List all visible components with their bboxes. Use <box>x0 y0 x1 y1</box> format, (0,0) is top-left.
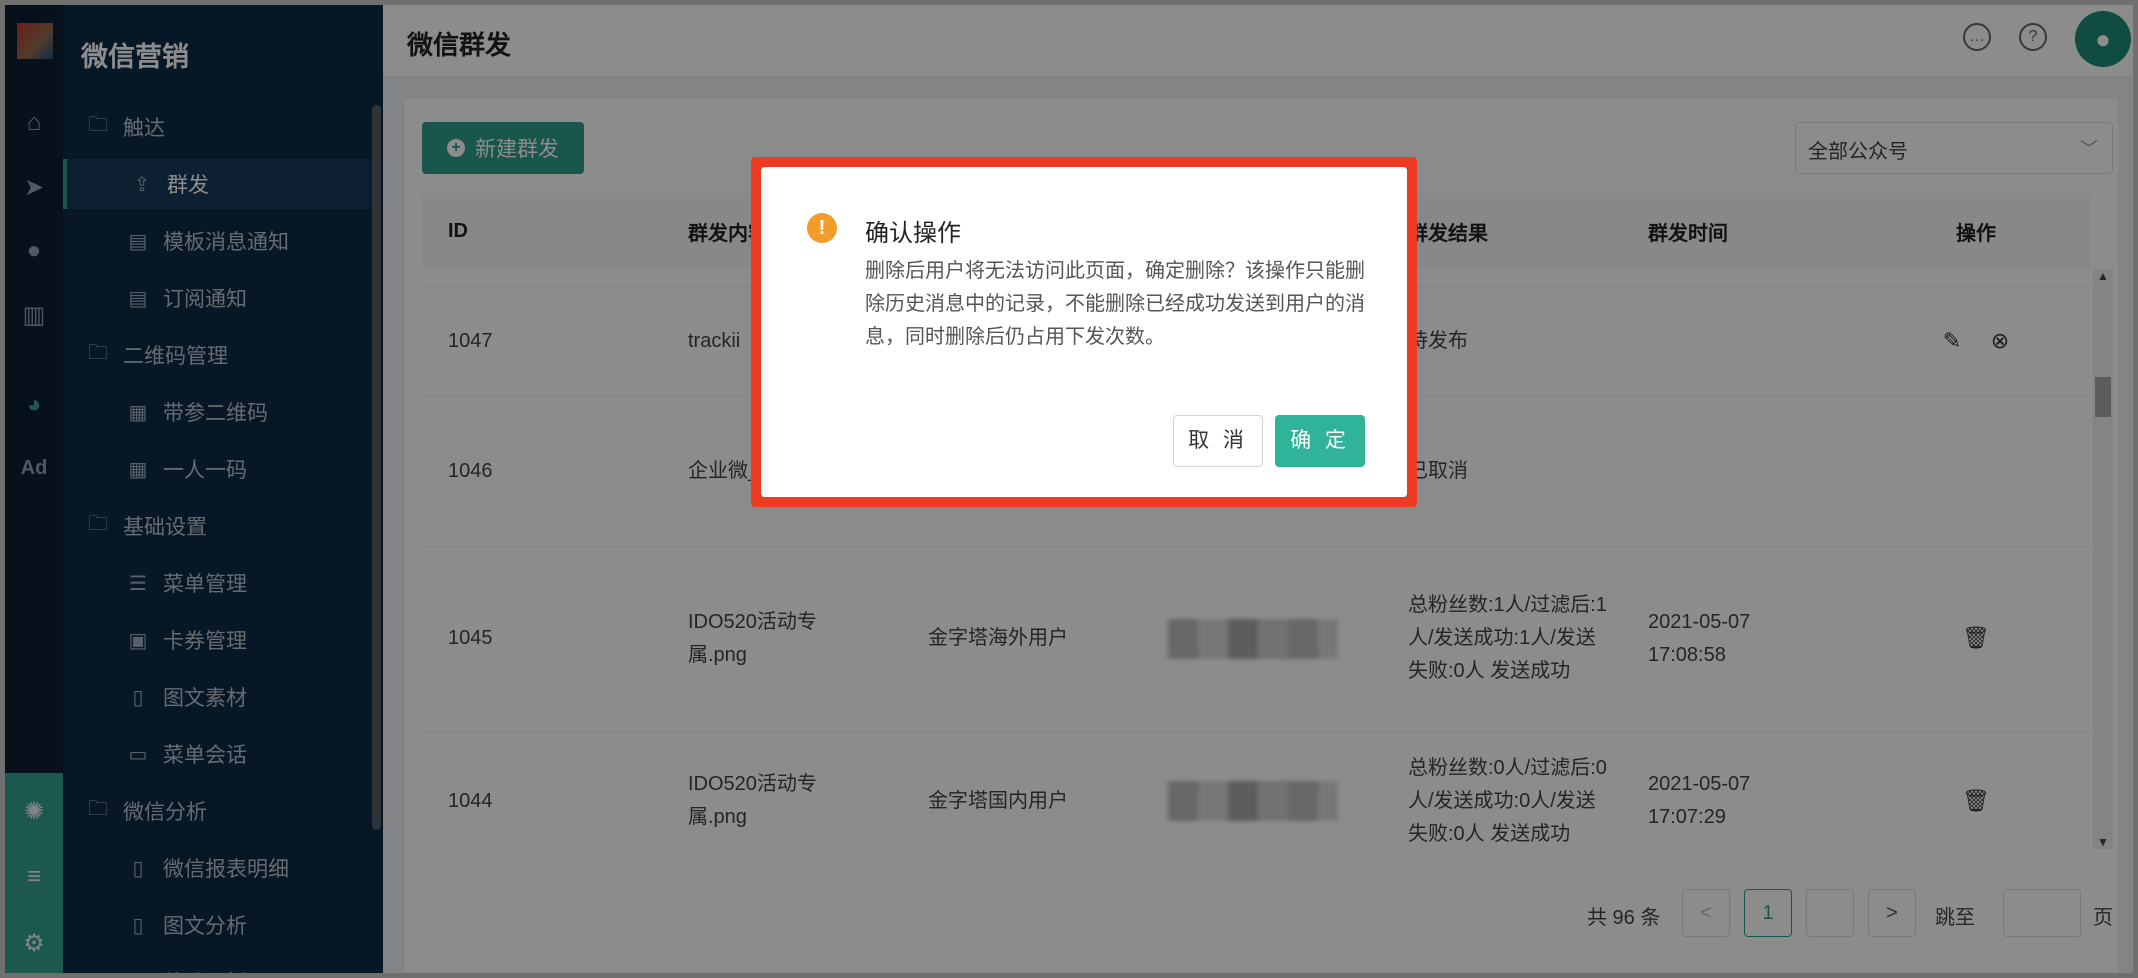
confirm-dialog: ! 确认操作 删除后用户将无法访问此页面，确定删除？该操作只能删除历史消息中的记… <box>761 167 1407 497</box>
confirm-button[interactable]: 确 定 <box>1275 415 1365 467</box>
warning-icon: ! <box>807 213 837 243</box>
cancel-button[interactable]: 取 消 <box>1173 415 1263 467</box>
dialog-title: 确认操作 <box>865 220 961 247</box>
dialog-message: 删除后用户将无法访问此页面，确定删除？该操作只能删除历史消息中的记录，不能删除已… <box>865 260 1365 348</box>
app-window: ⌂ ➤ ● ▥ ◕ Ad ✺ ≡ ⚙ 微信营销 🗀 触达 ⇪ 群发 ▤ 模板消息通知 … <box>0 0 2138 978</box>
